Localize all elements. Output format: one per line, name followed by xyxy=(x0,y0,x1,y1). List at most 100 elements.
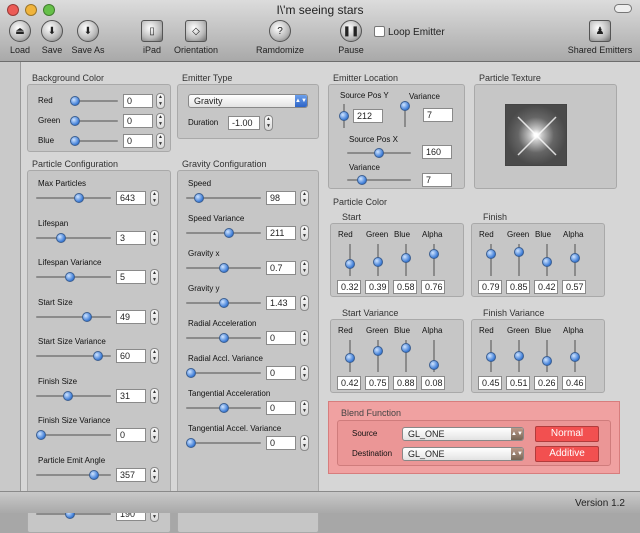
channel-field[interactable]: 0.26 xyxy=(534,376,558,390)
channel-field[interactable]: 0.45 xyxy=(478,376,502,390)
row-slider[interactable] xyxy=(36,311,111,322)
row-stepper[interactable]: ▲▼ xyxy=(150,427,159,443)
row-stepper[interactable]: ▲▼ xyxy=(300,225,309,241)
row-field[interactable]: 0.7 xyxy=(266,261,296,275)
row-field[interactable]: 0 xyxy=(266,401,296,415)
channel-slider[interactable] xyxy=(429,244,439,276)
orientation-button[interactable]: ◇ Orientation xyxy=(170,20,222,55)
variance-y-slider[interactable] xyxy=(400,101,410,127)
row-field[interactable]: 98 xyxy=(266,191,296,205)
pause-button[interactable]: ❚❚ Pause xyxy=(336,20,366,55)
row-slider[interactable] xyxy=(36,272,111,282)
randomize-button[interactable]: ? Ramdomize xyxy=(252,20,308,55)
channel-slider[interactable] xyxy=(401,340,411,372)
row-field[interactable]: 60 xyxy=(116,349,146,363)
channel-field[interactable]: 0.58 xyxy=(393,280,417,294)
row-stepper[interactable]: ▲▼ xyxy=(300,190,309,206)
channel-field[interactable]: 0.85 xyxy=(506,280,530,294)
row-slider[interactable] xyxy=(186,298,261,308)
channel-slider[interactable] xyxy=(514,244,524,276)
row-field[interactable]: 5 xyxy=(116,270,146,284)
row-field[interactable]: 31 xyxy=(116,388,146,403)
green-stepper[interactable]: ▲ ▼ xyxy=(156,113,165,129)
source-x-slider[interactable] xyxy=(347,148,411,158)
row-slider[interactable] xyxy=(36,430,111,440)
variance-x-slider[interactable] xyxy=(347,175,411,185)
blue-stepper[interactable]: ▲ ▼ xyxy=(156,133,165,149)
shared-emitters-button[interactable]: ♟ Shared Emitters xyxy=(564,20,636,55)
row-field[interactable]: 211 xyxy=(266,226,296,240)
row-slider[interactable] xyxy=(36,469,111,480)
red-stepper[interactable]: ▲ ▼ xyxy=(156,93,165,109)
row-field[interactable]: 0 xyxy=(266,436,296,450)
row-stepper[interactable]: ▲▼ xyxy=(300,330,309,346)
channel-slider[interactable] xyxy=(373,244,383,276)
row-field[interactable]: 357 xyxy=(116,467,146,482)
channel-slider[interactable] xyxy=(486,340,496,372)
save-button[interactable]: ⬇ Save xyxy=(38,20,66,55)
channel-field[interactable]: 0.42 xyxy=(337,376,361,390)
channel-slider[interactable] xyxy=(486,244,496,276)
channel-field[interactable]: 0.08 xyxy=(421,376,445,390)
row-slider[interactable] xyxy=(186,368,261,378)
toolbar-toggle-icon[interactable] xyxy=(614,4,632,13)
row-slider[interactable] xyxy=(186,333,261,343)
channel-slider[interactable] xyxy=(345,340,355,372)
source-y-slider[interactable] xyxy=(339,104,349,128)
row-field[interactable]: 1.43 xyxy=(266,296,296,310)
green-field[interactable]: 0 xyxy=(123,114,153,128)
blue-field[interactable]: 0 xyxy=(123,134,153,148)
channel-field[interactable]: 0.88 xyxy=(393,376,417,390)
row-slider[interactable] xyxy=(36,390,111,401)
row-slider[interactable] xyxy=(186,403,261,413)
channel-slider[interactable] xyxy=(429,340,439,372)
row-slider[interactable] xyxy=(186,263,261,273)
additive-button[interactable]: Additive xyxy=(535,446,599,462)
row-stepper[interactable]: ▲▼ xyxy=(300,365,309,381)
channel-field[interactable]: 0.39 xyxy=(365,280,389,294)
row-slider[interactable] xyxy=(36,232,111,243)
variance-x-field[interactable]: 7 xyxy=(422,173,452,187)
channel-slider[interactable] xyxy=(401,244,411,276)
channel-slider[interactable] xyxy=(373,340,383,372)
loop-emitter-checkbox[interactable]: Loop Emitter xyxy=(374,26,445,38)
row-stepper[interactable]: ▲▼ xyxy=(150,269,159,285)
ipad-button[interactable]: ▯ iPad xyxy=(138,20,166,55)
row-stepper[interactable]: ▲▼ xyxy=(150,387,159,404)
duration-stepper[interactable]: ▲ ▼ xyxy=(264,115,273,131)
channel-slider[interactable] xyxy=(514,340,524,372)
channel-slider[interactable] xyxy=(542,340,552,372)
duration-field[interactable]: -1.00 xyxy=(228,116,260,130)
channel-field[interactable]: 0.32 xyxy=(337,280,361,294)
row-field[interactable]: 49 xyxy=(116,309,146,324)
row-stepper[interactable]: ▲▼ xyxy=(150,229,159,246)
particle-texture-image[interactable] xyxy=(505,104,567,166)
row-stepper[interactable]: ▲▼ xyxy=(150,348,159,364)
channel-slider[interactable] xyxy=(570,244,580,276)
row-field[interactable]: 0 xyxy=(266,366,296,380)
channel-slider[interactable] xyxy=(570,340,580,372)
row-field[interactable]: 0 xyxy=(116,428,146,442)
channel-field[interactable]: 0.46 xyxy=(562,376,586,390)
channel-field[interactable]: 0.76 xyxy=(421,280,445,294)
load-button[interactable]: ⏏ Load xyxy=(5,20,35,55)
source-x-field[interactable]: 160 xyxy=(422,145,452,159)
row-stepper[interactable]: ▲▼ xyxy=(300,435,309,451)
normal-button[interactable]: Normal xyxy=(535,426,599,442)
row-slider[interactable] xyxy=(36,351,111,361)
row-slider[interactable] xyxy=(186,193,261,203)
channel-field[interactable]: 0.57 xyxy=(562,280,586,294)
channel-field[interactable]: 0.42 xyxy=(534,280,558,294)
red-slider[interactable] xyxy=(70,96,118,106)
red-field[interactable]: 0 xyxy=(123,94,153,108)
source-y-field[interactable]: 212 xyxy=(353,109,383,123)
row-stepper[interactable]: ▲▼ xyxy=(150,308,159,325)
source-select[interactable]: GL_ONE ▲▼ xyxy=(402,427,524,441)
blue-slider[interactable] xyxy=(70,136,118,146)
row-slider[interactable] xyxy=(36,193,111,203)
save-as-button[interactable]: ⬇ Save As xyxy=(70,20,106,55)
channel-field[interactable]: 0.79 xyxy=(478,280,502,294)
channel-field[interactable]: 0.51 xyxy=(506,376,530,390)
row-field[interactable]: 3 xyxy=(116,230,146,245)
row-stepper[interactable]: ▲▼ xyxy=(300,400,309,416)
